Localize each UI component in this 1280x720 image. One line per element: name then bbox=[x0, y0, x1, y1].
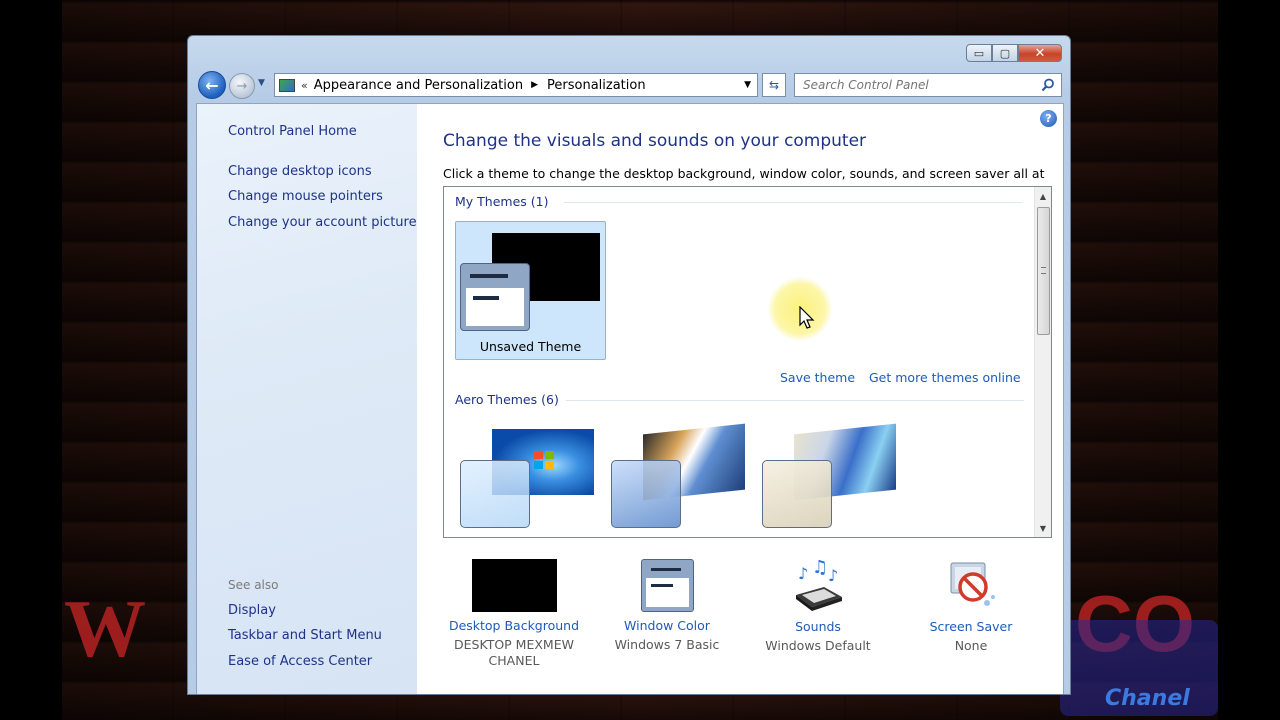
color-body-bar bbox=[650, 584, 673, 587]
sounds-icon[interactable]: ♪ ♫ ♪ bbox=[790, 557, 846, 613]
maximize-button[interactable]: ▢ bbox=[992, 44, 1018, 62]
channel-logo-text: Chanel bbox=[1105, 686, 1190, 711]
back-button[interactable]: ← bbox=[198, 71, 226, 99]
scroll-grip bbox=[1041, 267, 1046, 274]
chevron-down-icon: ▼ bbox=[258, 78, 265, 88]
ease-of-access-link[interactable]: Ease of Access Center bbox=[228, 654, 372, 669]
taskbar-start-menu-link[interactable]: Taskbar and Start Menu bbox=[228, 628, 382, 643]
address-bar[interactable]: « Appearance and Personalization ▶ Perso… bbox=[274, 73, 758, 97]
see-also-label: See also bbox=[228, 578, 279, 592]
arrow-right-icon: → bbox=[236, 78, 248, 94]
navigation-bar: ← → ▼ « Appearance and Personalization ▶… bbox=[196, 69, 1064, 101]
breadcrumb-separator-icon[interactable]: ▶ bbox=[531, 80, 538, 90]
search-icon[interactable] bbox=[1041, 78, 1055, 92]
main-panel: ? Change the visuals and sounds on your … bbox=[417, 104, 1063, 694]
screen-saver-item[interactable]: Screen Saver None bbox=[896, 540, 1046, 654]
scroll-up-icon[interactable]: ▲ bbox=[1035, 188, 1051, 204]
personalization-window: ▭ ▢ ✕ ← → ▼ « Appearance and Personaliza… bbox=[187, 35, 1071, 695]
aero-theme-characters[interactable] bbox=[758, 423, 898, 533]
aero-theme-architecture[interactable] bbox=[607, 423, 747, 533]
aero-glass-preview bbox=[611, 460, 681, 528]
sounds-value: Windows Default bbox=[765, 638, 871, 653]
change-account-picture-link[interactable]: Change your account picture bbox=[228, 215, 417, 230]
aero-theme-windows7[interactable] bbox=[456, 423, 596, 533]
content-area: Control Panel Home Change desktop icons … bbox=[196, 103, 1064, 694]
unsaved-theme-item[interactable]: Unsaved Theme bbox=[455, 221, 606, 360]
theme-list[interactable]: My Themes (1) Unsaved Theme Save theme G… bbox=[443, 186, 1052, 538]
group-divider bbox=[564, 202, 1022, 203]
color-bar bbox=[650, 568, 681, 571]
color-body bbox=[645, 578, 689, 607]
breadcrumb-appearance[interactable]: Appearance and Personalization bbox=[314, 78, 523, 93]
watermark-left: W bbox=[64, 583, 150, 674]
refresh-icon: ⇆ bbox=[768, 78, 780, 92]
svg-text:♪: ♪ bbox=[798, 564, 808, 583]
screen-saver-icon[interactable] bbox=[943, 557, 999, 613]
arrow-left-icon: ← bbox=[205, 75, 219, 95]
control-panel-home-link[interactable]: Control Panel Home bbox=[228, 124, 357, 139]
my-themes-header[interactable]: My Themes (1) bbox=[455, 194, 548, 209]
preview-window-body bbox=[466, 288, 524, 326]
svg-text:♪: ♪ bbox=[828, 566, 838, 585]
display-link[interactable]: Display bbox=[228, 603, 276, 618]
minimize-button[interactable]: ▭ bbox=[966, 44, 992, 62]
address-dropdown-icon[interactable]: ▼ bbox=[744, 80, 751, 90]
desktop-background-link[interactable]: Desktop Background bbox=[439, 618, 589, 633]
mouse-cursor-icon bbox=[799, 306, 815, 329]
forward-button[interactable]: → bbox=[229, 73, 255, 99]
save-theme-link[interactable]: Save theme bbox=[780, 370, 855, 385]
preview-title-bar bbox=[470, 274, 508, 278]
window-color-link[interactable]: Window Color bbox=[592, 618, 742, 633]
group-divider bbox=[566, 400, 1024, 401]
refresh-button[interactable]: ⇆ bbox=[762, 73, 786, 97]
sounds-link[interactable]: Sounds bbox=[743, 619, 893, 634]
get-more-themes-link[interactable]: Get more themes online bbox=[869, 370, 1021, 385]
change-desktop-icons-link[interactable]: Change desktop icons bbox=[228, 164, 372, 179]
task-sidebar: Control Panel Home Change desktop icons … bbox=[197, 104, 417, 694]
aero-glass-preview bbox=[460, 460, 530, 528]
window-color-item[interactable]: Window Color Windows 7 Basic bbox=[592, 540, 742, 653]
unsaved-theme-label: Unsaved Theme bbox=[479, 339, 582, 354]
caption-buttons: ▭ ▢ ✕ bbox=[966, 44, 1062, 62]
aero-themes-header[interactable]: Aero Themes (6) bbox=[455, 392, 559, 407]
search-input[interactable] bbox=[803, 78, 1039, 92]
change-mouse-pointers-link[interactable]: Change mouse pointers bbox=[228, 189, 383, 204]
desktop-background-value: DESKTOP MEXMEW CHANEL bbox=[454, 637, 574, 668]
screen-saver-value: None bbox=[954, 638, 988, 653]
preview-body-bar bbox=[473, 296, 499, 300]
screen-saver-link[interactable]: Screen Saver bbox=[896, 619, 1046, 634]
close-button[interactable]: ✕ bbox=[1018, 44, 1062, 62]
search-box[interactable] bbox=[794, 73, 1062, 97]
sounds-item[interactable]: ♪ ♫ ♪ Sounds Windows Default bbox=[743, 540, 893, 654]
desktop-background-item[interactable]: Desktop Background DESKTOP MEXMEW CHANEL bbox=[439, 540, 589, 669]
page-title: Change the visuals and sounds on your co… bbox=[443, 131, 867, 151]
window-color-icon[interactable] bbox=[640, 559, 694, 612]
scroll-thumb[interactable] bbox=[1037, 207, 1050, 335]
scroll-down-icon[interactable]: ▼ bbox=[1035, 520, 1051, 536]
recent-pages-button[interactable]: ▼ bbox=[258, 78, 265, 88]
desktop-background-icon[interactable] bbox=[471, 559, 557, 612]
theme-window-preview bbox=[460, 263, 530, 331]
breadcrumb-overflow-icon[interactable]: « bbox=[301, 79, 308, 92]
control-panel-icon bbox=[279, 78, 295, 92]
theme-list-scrollbar[interactable]: ▲ ▼ bbox=[1034, 187, 1051, 537]
svg-text:♫: ♫ bbox=[812, 557, 828, 578]
aero-glass-preview bbox=[762, 460, 832, 528]
window-color-value: Windows 7 Basic bbox=[614, 637, 720, 652]
help-icon[interactable]: ? bbox=[1040, 110, 1057, 127]
breadcrumb-personalization[interactable]: Personalization bbox=[547, 78, 646, 93]
